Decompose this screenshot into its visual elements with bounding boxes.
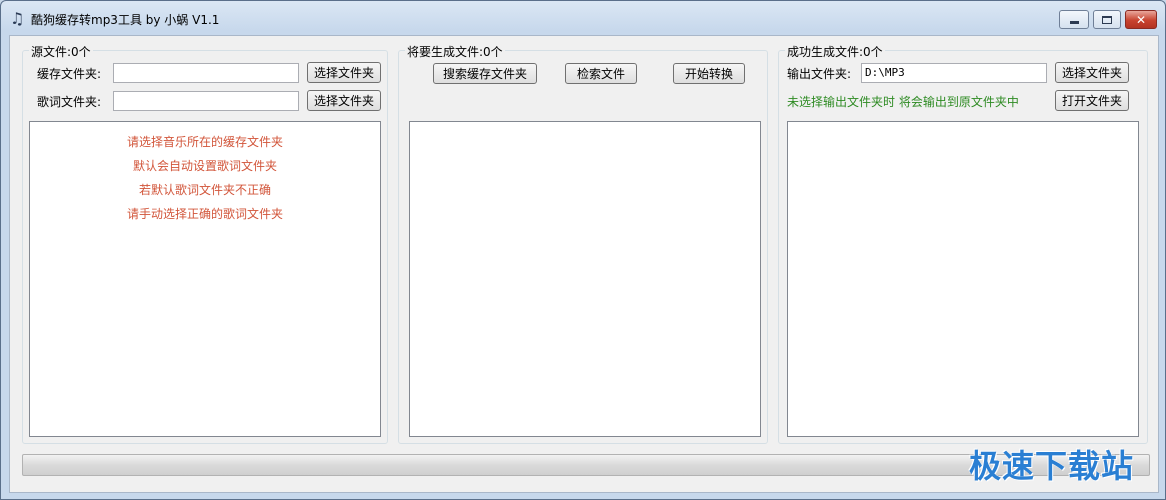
start-convert-button[interactable]: 开始转换 <box>673 63 745 84</box>
source-group: 源文件:0个 缓存文件夹: 选择文件夹 歌词文件夹: 选择文件夹 请选择音乐所在… <box>22 43 388 444</box>
pending-group-title: 将要生成文件:0个 <box>405 43 505 60</box>
cache-folder-input[interactable] <box>113 63 299 83</box>
source-group-title: 源文件:0个 <box>29 43 93 60</box>
minimize-button[interactable] <box>1059 10 1089 29</box>
cache-folder-label: 缓存文件夹: <box>37 67 102 81</box>
output-group: 成功生成文件:0个 输出文件夹: D:\MP3 选择文件夹 未选择输出文件夹时 … <box>778 43 1148 444</box>
pending-group: 将要生成文件:0个 搜索缓存文件夹 检索文件 开始转换 <box>398 43 768 444</box>
select-lyrics-folder-button[interactable]: 选择文件夹 <box>307 90 381 111</box>
select-cache-folder-button[interactable]: 选择文件夹 <box>307 62 381 83</box>
output-group-title: 成功生成文件:0个 <box>785 43 885 60</box>
title-bar[interactable]: ♫ 酷狗缓存转mp3工具 by 小蜗 V1.1 ✕ <box>1 1 1165 35</box>
lyrics-folder-input[interactable] <box>113 91 299 111</box>
maximize-button[interactable] <box>1093 10 1121 29</box>
hint-line: 若默认歌词文件夹不正确 <box>138 183 271 197</box>
open-folder-button[interactable]: 打开文件夹 <box>1055 90 1129 111</box>
close-button[interactable]: ✕ <box>1125 10 1157 29</box>
music-note-icon: ♫ <box>10 9 25 28</box>
source-file-list[interactable]: 请选择音乐所在的缓存文件夹 默认会自动设置歌词文件夹 若默认歌词文件夹不正确 请… <box>29 121 381 437</box>
watermark-logo: 极速下载站 <box>969 447 1135 485</box>
output-folder-label: 输出文件夹: <box>787 67 852 81</box>
output-file-list[interactable] <box>787 121 1139 437</box>
lyrics-folder-label: 歌词文件夹: <box>37 95 102 109</box>
maximize-icon <box>1102 15 1112 24</box>
close-icon: ✕ <box>1135 12 1147 27</box>
output-note: 未选择输出文件夹时 将会输出到原文件夹中 <box>787 95 1019 109</box>
hint-line: 默认会自动设置歌词文件夹 <box>132 159 277 173</box>
minimize-icon <box>1069 21 1079 24</box>
client-area: 源文件:0个 缓存文件夹: 选择文件夹 歌词文件夹: 选择文件夹 请选择音乐所在… <box>9 35 1159 493</box>
search-files-button[interactable]: 检索文件 <box>565 63 637 84</box>
app-window: ♫ 酷狗缓存转mp3工具 by 小蜗 V1.1 ✕ 源文件:0个 缓存文件夹: … <box>0 0 1166 500</box>
select-output-folder-button[interactable]: 选择文件夹 <box>1055 62 1129 83</box>
hint-line: 请手动选择正确的歌词文件夹 <box>126 207 283 221</box>
output-folder-input[interactable]: D:\MP3 <box>861 63 1047 83</box>
window-title: 酷狗缓存转mp3工具 by 小蜗 V1.1 <box>31 13 220 27</box>
hint-line: 请选择音乐所在的缓存文件夹 <box>126 135 283 149</box>
search-cache-folder-button[interactable]: 搜索缓存文件夹 <box>433 63 537 84</box>
pending-file-list[interactable] <box>409 121 761 437</box>
